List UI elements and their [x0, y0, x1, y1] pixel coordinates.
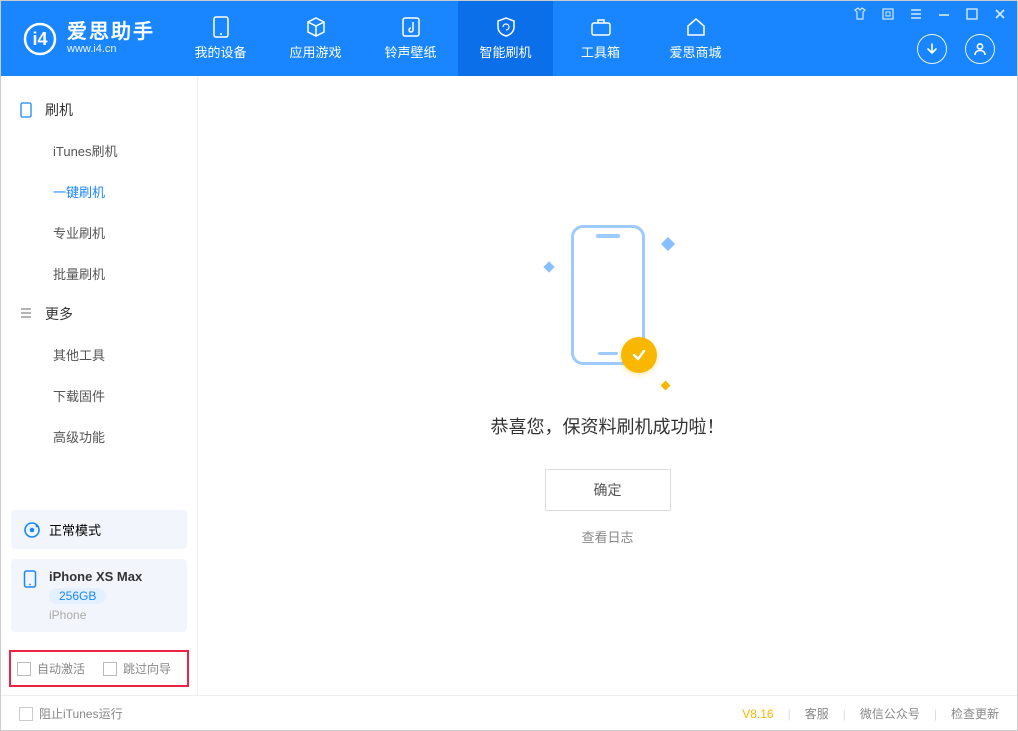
- check-circle-icon: [621, 337, 657, 373]
- tab-apps[interactable]: 应用游戏: [268, 1, 363, 76]
- sidebar-item-pro-flash[interactable]: 专业刷机: [1, 212, 197, 253]
- sidebar-item-download-fw[interactable]: 下载固件: [1, 375, 197, 416]
- mode-label: 正常模式: [49, 520, 101, 539]
- version-label: V8.16: [742, 707, 773, 721]
- tab-label: 我的设备: [194, 42, 246, 61]
- phone-small-icon: [19, 102, 35, 118]
- checkbox-skip-guide[interactable]: 跳过向导: [103, 660, 171, 677]
- main-content: 恭喜您，保资料刷机成功啦！ 确定 查看日志: [198, 76, 1017, 695]
- view-log-link[interactable]: 查看日志: [581, 527, 633, 546]
- device-card[interactable]: iPhone XS Max 256GB iPhone: [11, 559, 187, 632]
- sidebar-item-onekey-flash[interactable]: 一键刷机: [1, 171, 197, 212]
- status-bar: 阻止iTunes运行 V8.16 | 客服 | 微信公众号 | 检查更新: [1, 695, 1017, 731]
- checkbox-icon: [17, 662, 31, 676]
- device-icon: [23, 570, 41, 588]
- svg-text:i4: i4: [32, 29, 47, 49]
- top-tabs: 我的设备 应用游戏 铃声壁纸 智能刷机 工具箱 爱思商城: [173, 1, 743, 76]
- tab-label: 铃声壁纸: [384, 42, 436, 61]
- sparkle-icon: [660, 381, 670, 391]
- sidebar-item-other-tools[interactable]: 其他工具: [1, 334, 197, 375]
- sidebar-item-itunes-flash[interactable]: iTunes刷机: [1, 130, 197, 171]
- account-button[interactable]: [965, 34, 995, 64]
- minimize-button[interactable]: [937, 7, 951, 26]
- shield-sync-icon: [495, 16, 517, 38]
- menu-icon[interactable]: [909, 7, 923, 26]
- success-message: 恭喜您，保资料刷机成功啦！: [491, 413, 725, 439]
- device-type: iPhone: [49, 608, 142, 622]
- sidebar-group-flash: 刷机: [1, 90, 197, 130]
- phone-icon: [210, 16, 232, 38]
- tab-label: 爱思商城: [669, 42, 721, 61]
- sidebar-group-label: 刷机: [45, 100, 73, 120]
- toolbox-icon: [590, 16, 612, 38]
- checkbox-block-itunes[interactable]: 阻止iTunes运行: [19, 705, 123, 722]
- sidebar-item-advanced[interactable]: 高级功能: [1, 416, 197, 457]
- device-name: iPhone XS Max: [49, 569, 142, 584]
- window-controls: [853, 7, 1007, 26]
- checkbox-label: 跳过向导: [123, 660, 171, 677]
- checkbox-icon: [103, 662, 117, 676]
- sidebar-item-batch-flash[interactable]: 批量刷机: [1, 253, 197, 294]
- checkbox-icon: [19, 707, 33, 721]
- ok-button[interactable]: 确定: [545, 469, 671, 511]
- sidebar: 刷机 iTunes刷机 一键刷机 专业刷机 批量刷机 更多 其他工具 下载固件 …: [1, 76, 198, 695]
- sidebar-group-more: 更多: [1, 294, 197, 334]
- tab-label: 智能刷机: [479, 42, 531, 61]
- checkbox-label: 阻止iTunes运行: [39, 705, 123, 722]
- tab-toolbox[interactable]: 工具箱: [553, 1, 648, 76]
- footer-link-wechat[interactable]: 微信公众号: [860, 705, 920, 722]
- success-illustration: [553, 225, 663, 395]
- tab-flash[interactable]: 智能刷机: [458, 1, 553, 76]
- footer-link-support[interactable]: 客服: [805, 705, 829, 722]
- sidebar-group-label: 更多: [45, 304, 73, 324]
- mode-icon: [23, 521, 41, 539]
- music-icon: [400, 16, 422, 38]
- checkbox-auto-activate[interactable]: 自动激活: [17, 660, 85, 677]
- shirt-icon[interactable]: [853, 7, 867, 26]
- app-name: 爱思助手: [67, 21, 155, 43]
- maximize-button[interactable]: [965, 7, 979, 26]
- home-icon: [685, 16, 707, 38]
- logo-icon: i4: [23, 22, 57, 56]
- tab-device[interactable]: 我的设备: [173, 1, 268, 76]
- screenshot-icon[interactable]: [881, 7, 895, 26]
- tab-store[interactable]: 爱思商城: [648, 1, 743, 76]
- header-right-icons: [917, 34, 995, 64]
- checkbox-label: 自动激活: [37, 660, 85, 677]
- cube-icon: [305, 16, 327, 38]
- app-url: www.i4.cn: [67, 43, 155, 55]
- tab-ringtone[interactable]: 铃声壁纸: [363, 1, 458, 76]
- mode-card[interactable]: 正常模式: [11, 510, 187, 549]
- menu-small-icon: [19, 306, 35, 322]
- sparkle-icon: [543, 261, 554, 272]
- tab-label: 应用游戏: [289, 42, 341, 61]
- logo-block: i4 爱思助手 www.i4.cn: [1, 21, 173, 55]
- tab-label: 工具箱: [581, 42, 620, 61]
- download-button[interactable]: [917, 34, 947, 64]
- device-capacity: 256GB: [49, 588, 106, 604]
- close-button[interactable]: [993, 7, 1007, 26]
- app-header: i4 爱思助手 www.i4.cn 我的设备 应用游戏 铃声壁纸 智能刷机 工具…: [1, 1, 1017, 76]
- sparkle-icon: [660, 237, 674, 251]
- footer-link-update[interactable]: 检查更新: [951, 705, 999, 722]
- highlighted-checkbox-row: 自动激活 跳过向导: [9, 650, 189, 687]
